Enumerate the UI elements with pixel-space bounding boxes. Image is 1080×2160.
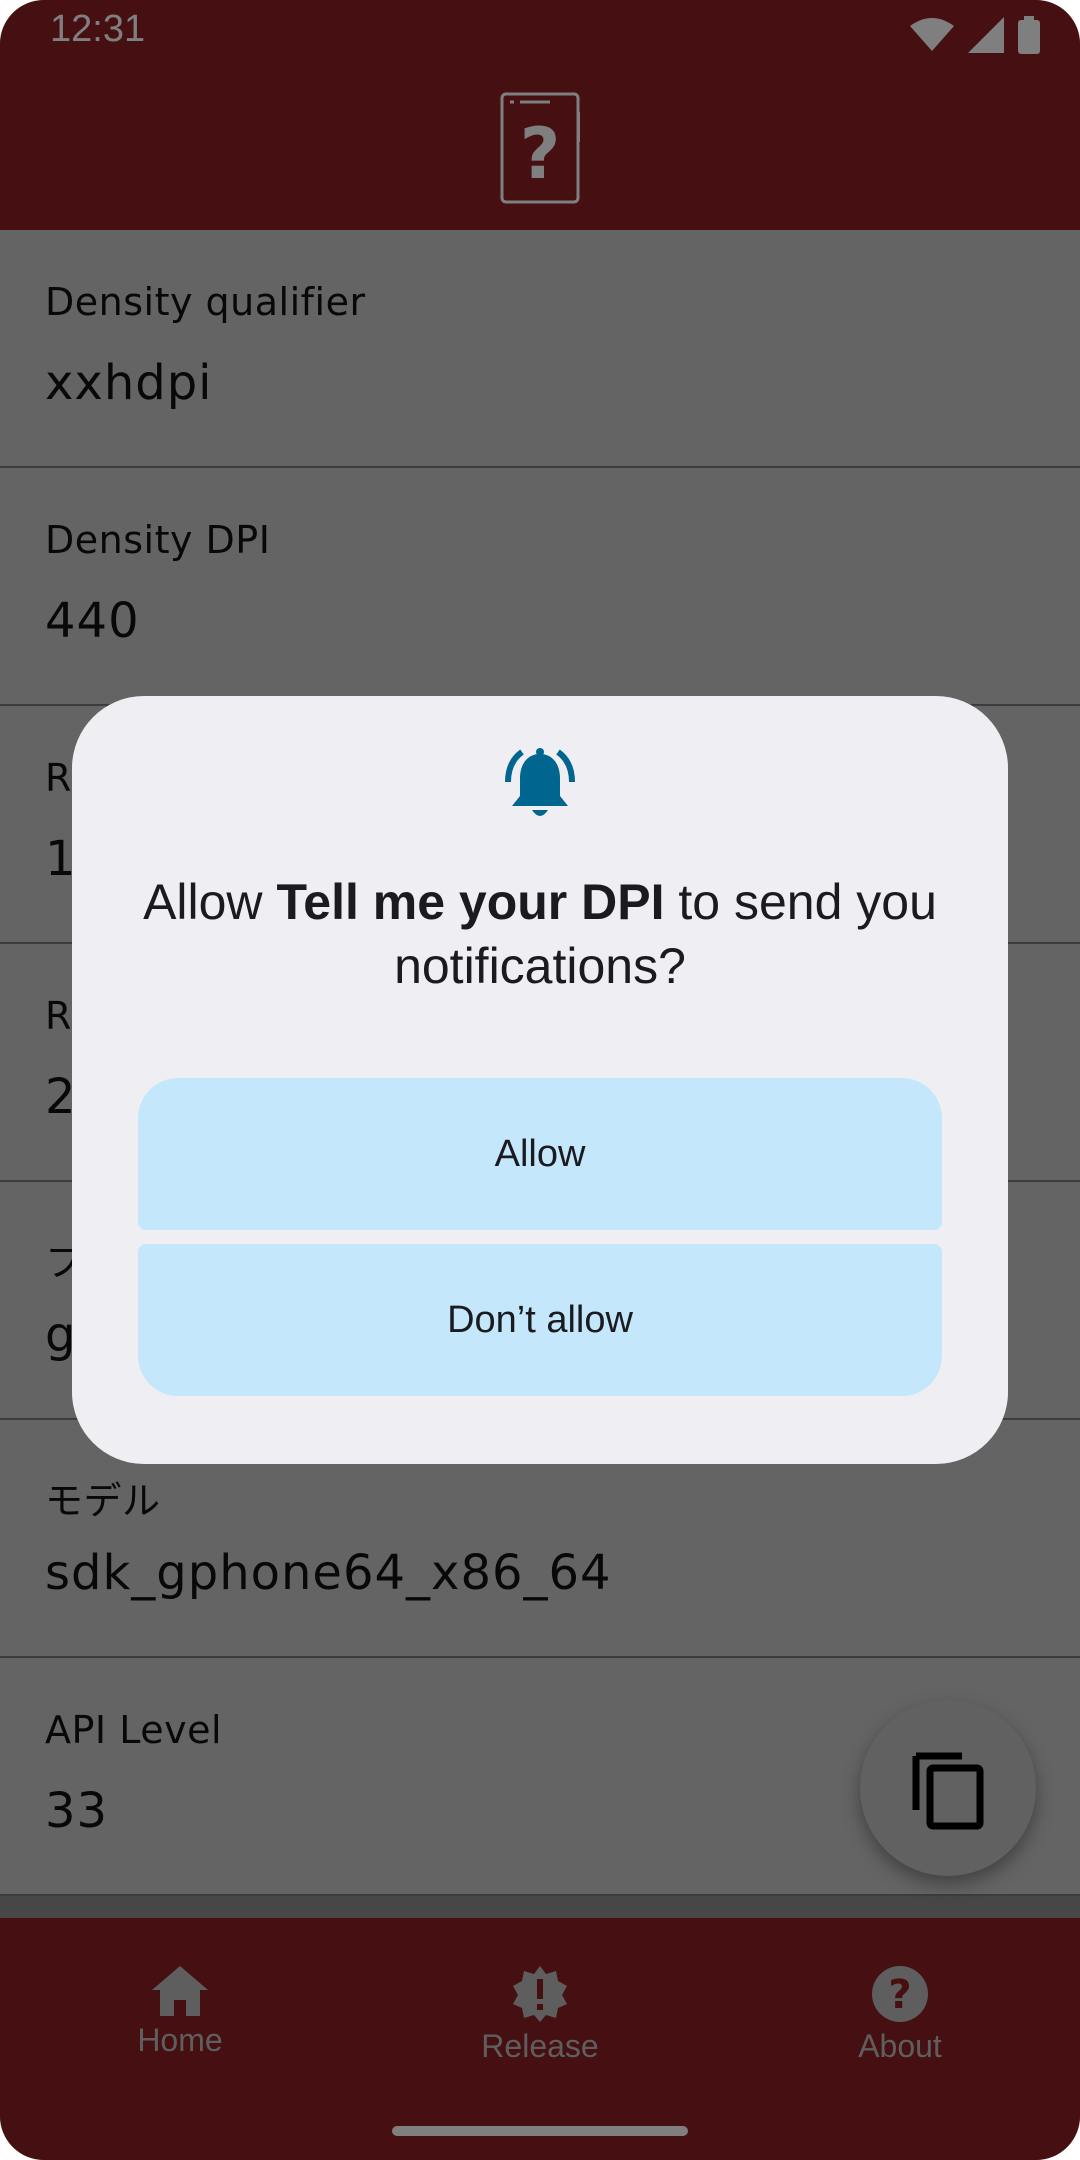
allow-button[interactable]: Allow: [138, 1078, 942, 1230]
dialog-icon-container: [72, 748, 1008, 838]
phone-screen: 12:31 ? Density qualifier xxhdpi: [0, 0, 1080, 2160]
dont-allow-button[interactable]: Don’t allow: [138, 1244, 942, 1396]
dialog-app-name: Tell me your DPI: [276, 874, 665, 930]
dialog-title: Allow Tell me your DPI to send you notif…: [112, 870, 968, 998]
notification-permission-dialog: Allow Tell me your DPI to send you notif…: [72, 696, 1008, 1464]
notification-bell-icon: [505, 748, 575, 816]
dialog-title-prefix: Allow: [143, 874, 277, 930]
